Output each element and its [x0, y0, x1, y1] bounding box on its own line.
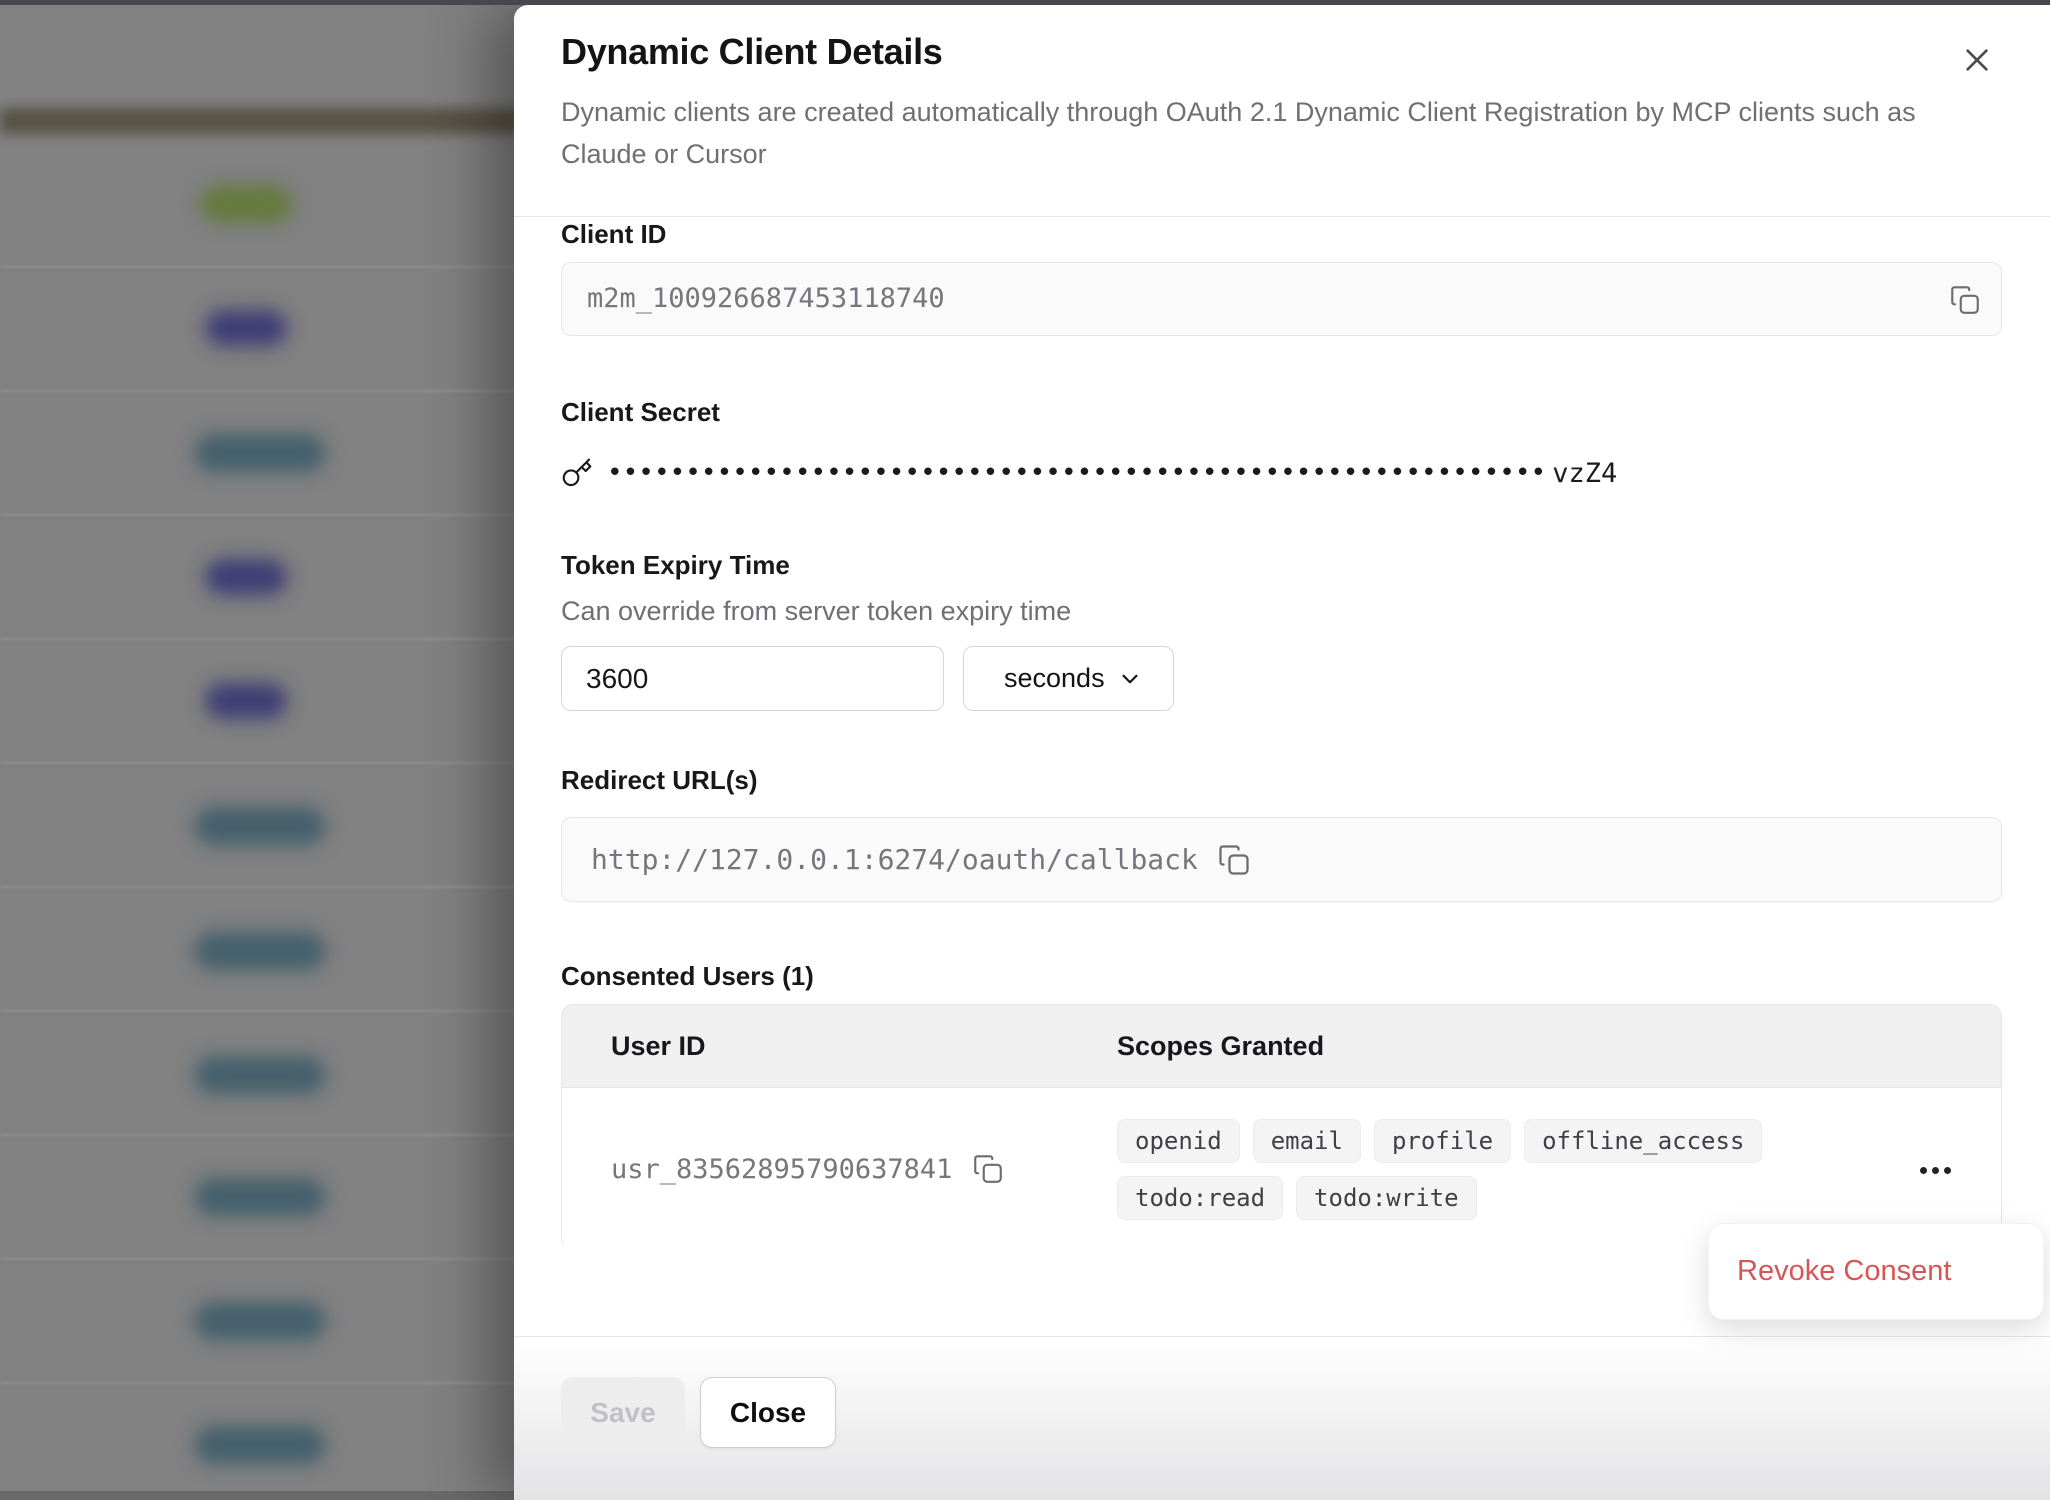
- backdrop-row-separator: [0, 1010, 520, 1012]
- client-secret-label: Client Secret: [561, 397, 720, 428]
- close-button[interactable]: Close: [700, 1377, 836, 1448]
- chevron-down-icon: [1117, 666, 1143, 692]
- token-expiry-input[interactable]: [561, 646, 944, 711]
- backdrop-blurred-badge: [195, 807, 325, 845]
- client-id-label: Client ID: [561, 219, 666, 250]
- backdrop-row-separator: [0, 390, 520, 392]
- copy-icon: [971, 1152, 1005, 1186]
- table-header-row: User ID Scopes Granted: [562, 1005, 2001, 1088]
- close-icon: [1961, 44, 1993, 76]
- header-divider: [514, 216, 2050, 217]
- backdrop-row-separator: [0, 514, 520, 516]
- copy-user-id-button[interactable]: [968, 1149, 1008, 1189]
- backdrop-blurred-badge: [200, 186, 292, 222]
- client-id-field: m2m_100926687453118740: [561, 262, 2002, 336]
- client-secret-masked: ••••••••••••••••••••••••••••••••••••••••…: [607, 458, 1546, 488]
- scope-badge: profile: [1374, 1119, 1511, 1163]
- unit-select-value: seconds: [1004, 663, 1105, 694]
- scope-badge: email: [1253, 1119, 1361, 1163]
- backdrop-row-separator: [0, 886, 520, 888]
- backdrop-row-separator: [0, 1134, 520, 1136]
- scope-badge: openid: [1117, 1119, 1240, 1163]
- backdrop-blurred-badge: [195, 1426, 325, 1464]
- consented-users-table: User ID Scopes Granted usr_8356289579063…: [561, 1004, 2002, 1249]
- backdrop-row-separator: [0, 1382, 520, 1384]
- client-id-value: m2m_100926687453118740: [587, 263, 945, 335]
- copy-icon: [1216, 842, 1252, 878]
- redirect-url-label: Redirect URL(s): [561, 765, 757, 796]
- redirect-url-field: http://127.0.0.1:6274/oauth/callback: [561, 817, 2002, 902]
- backdrop-blurred-badge: [205, 310, 287, 346]
- copy-client-id-button[interactable]: [1943, 278, 1987, 322]
- backdrop-row-separator: [0, 266, 520, 268]
- ellipsis-icon: [1920, 1167, 1927, 1174]
- footer-divider: [514, 1336, 2050, 1337]
- column-header-user-id: User ID: [611, 1005, 706, 1088]
- scope-badge: todo:read: [1117, 1176, 1283, 1220]
- backdrop-blurred-badge: [195, 932, 325, 970]
- backdrop-blurred-badge: [205, 559, 287, 595]
- save-button[interactable]: Save: [561, 1377, 685, 1448]
- backdrop-bottom-edge: [0, 1491, 514, 1500]
- copy-icon: [1948, 283, 1982, 317]
- dialog-title: Dynamic Client Details: [561, 31, 943, 73]
- scope-badge: todo:write: [1296, 1176, 1477, 1220]
- column-header-scopes: Scopes Granted: [1117, 1005, 1324, 1088]
- backdrop-row-separator: [0, 1258, 520, 1260]
- user-id-value: usr_83562895790637841: [611, 1154, 952, 1185]
- backdrop-blurred-badge: [195, 1178, 325, 1216]
- screen: Dynamic Client Details Dynamic clients a…: [0, 0, 2050, 1500]
- backdrop-blurred-badge: [195, 1302, 325, 1340]
- dynamic-client-details-dialog: Dynamic Client Details Dynamic clients a…: [514, 5, 2050, 1500]
- token-expiry-unit-select[interactable]: seconds: [963, 646, 1174, 711]
- backdrop-blurred-badge: [205, 683, 287, 719]
- revoke-consent-menu-item[interactable]: Revoke Consent: [1709, 1255, 1951, 1288]
- consented-users-label: Consented Users (1): [561, 961, 814, 992]
- redirect-url-value: http://127.0.0.1:6274/oauth/callback: [591, 843, 1198, 876]
- row-actions-menu: Revoke Consent: [1708, 1223, 2044, 1320]
- backdrop-blurred-badge: [195, 1056, 325, 1094]
- key-icon: [561, 457, 593, 489]
- backdrop-blurred-badge: [195, 434, 325, 472]
- close-dialog-button[interactable]: [1954, 37, 2000, 83]
- backdrop-row-separator: [0, 638, 520, 640]
- client-secret-suffix: vzZ4: [1552, 458, 1617, 489]
- copy-redirect-url-button[interactable]: [1212, 838, 1256, 882]
- row-actions-menu-button[interactable]: [1909, 1154, 1961, 1186]
- user-id-cell: usr_83562895790637841: [611, 1089, 1008, 1249]
- token-expiry-label: Token Expiry Time: [561, 550, 790, 581]
- backdrop-row-separator: [0, 762, 520, 764]
- client-secret-row: ••••••••••••••••••••••••••••••••••••••••…: [561, 451, 1617, 495]
- dialog-description: Dynamic clients are created automaticall…: [561, 91, 1985, 175]
- token-expiry-help: Can override from server token expiry ti…: [561, 596, 1071, 627]
- window-top-strip: [0, 0, 2050, 5]
- scope-badge: offline_access: [1524, 1119, 1762, 1163]
